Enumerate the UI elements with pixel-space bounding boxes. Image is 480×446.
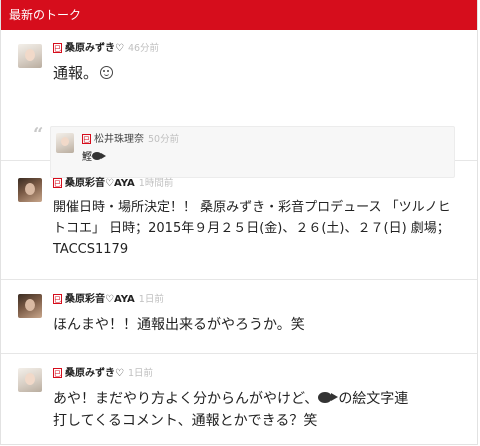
member-badge-icon: 巳 — [53, 368, 62, 378]
post-text: あや！まだやり方よく分からんがやけど、 の絵文字連 打してくるコメント、通報とかで… — [53, 391, 409, 429]
user-name[interactable]: 桑原みずき♡ — [65, 43, 124, 54]
talk-post[interactable]: 巳桑原彩音♡AYA 1時間前 開催日時・場所決定！！ 桑原みずき・彩音プロデュース… — [1, 161, 477, 280]
avatar[interactable] — [18, 368, 42, 392]
talk-post[interactable]: 巳桑原彩音♡AYA 1日前 ほんまや！！通報出来るがやろうか。笑 — [1, 280, 477, 354]
user-name[interactable]: 桑原みずき♡ — [65, 368, 124, 379]
post-time: 1時間前 — [138, 178, 174, 189]
avatar[interactable] — [18, 44, 42, 68]
avatar[interactable] — [56, 133, 74, 153]
panel-header: 最新のトーク — [1, 0, 477, 30]
user-name[interactable]: 桑原彩音♡AYA — [65, 294, 135, 305]
post-time: 1日前 — [127, 368, 154, 379]
member-badge-icon: 巳 — [53, 294, 62, 304]
member-badge-icon: 巳 — [53, 43, 62, 53]
member-badge-icon: 巳 — [53, 178, 62, 188]
post-text: 通報。 — [53, 62, 459, 84]
post-text: 開催日時・場所決定！！ 桑原みずき・彩音プロデュース 「ツルノヒ トコエ」 日時… — [53, 200, 451, 257]
avatar[interactable] — [18, 178, 42, 202]
user-name[interactable]: 松井珠理奈 — [94, 134, 144, 145]
quote-icon: “ — [33, 124, 44, 145]
fish-icon — [92, 152, 106, 160]
user-name[interactable]: 桑原彩音♡AYA — [65, 178, 135, 189]
post-text: ほんまや！！通報出来るがやろうか。笑 — [53, 317, 305, 333]
post-time: 46分前 — [127, 43, 160, 54]
member-badge-icon: 巳 — [82, 134, 91, 144]
fish-icon — [318, 392, 339, 403]
smile-icon — [100, 66, 114, 79]
panel-title: 最新のトーク — [9, 8, 82, 22]
avatar[interactable] — [18, 294, 42, 318]
post-time: 1日前 — [138, 294, 164, 305]
post-time: 50分前 — [148, 134, 180, 145]
talk-post[interactable]: 巳桑原みずき♡ 46分前 通報。 “ 巳松井珠理奈 50分前 鰹 — [1, 30, 477, 178]
latest-talk-panel: 最新のトーク 巳桑原みずき♡ 46分前 通報。 “ 巳松井珠理奈 50分前 鰹 巳桑… — [0, 0, 478, 445]
talk-post[interactable]: 巳桑原みずき♡ 1日前 あや！まだやり方よく分からんがやけど、 の絵文字連 打してく… — [1, 354, 477, 444]
